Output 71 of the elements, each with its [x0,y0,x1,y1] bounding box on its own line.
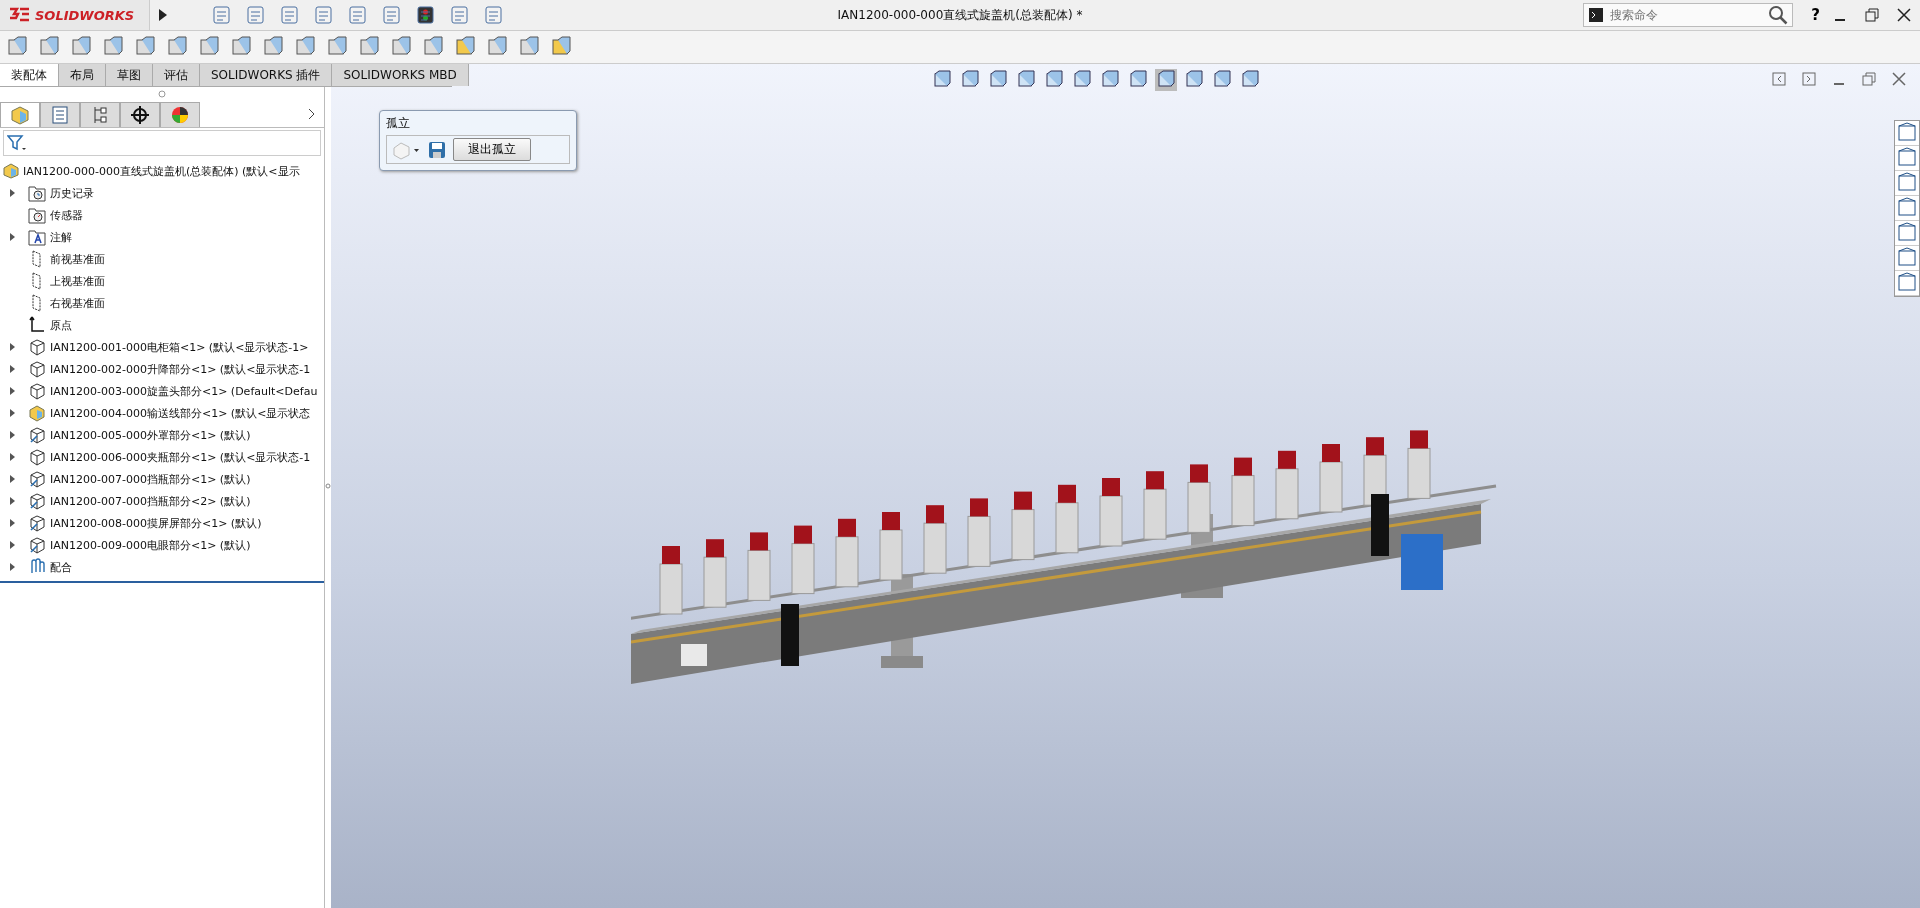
part-icon [28,514,46,532]
panel-tab[interactable] [120,101,160,127]
assembly-icon [9,104,31,125]
expand-arrow-icon[interactable] [10,387,16,395]
restore-icon[interactable] [1865,8,1879,22]
part-icon [28,338,46,356]
color-wheel-icon [169,104,191,125]
tree-item[interactable]: IAN1200-002-000升降部分<1> (默认<显示状态-1 [50,361,311,377]
part-icon [28,360,46,378]
part-icon [28,492,46,510]
expand-arrow-icon[interactable] [10,409,16,417]
part-icon [28,536,46,554]
part-icon [28,382,46,400]
grip-icon[interactable] [158,90,166,98]
tree-item[interactable]: IAN1200-008-000摸屏屏部分<1> (默认) [50,515,262,531]
panel-tab[interactable] [160,101,200,127]
filter-icon[interactable] [7,134,27,152]
command-icon [1588,7,1605,23]
tree-item[interactable]: 原点 [50,317,72,333]
expand-arrow-icon[interactable] [10,233,16,241]
tree-item[interactable]: IAN1200-009-000电眼部分<1> (默认) [50,537,251,553]
assembly-icon [3,163,19,179]
expand-arrow-icon[interactable] [158,8,168,22]
origin-icon [28,316,46,334]
expand-arrow-icon[interactable] [10,497,16,505]
help-button[interactable]: ? [1807,6,1824,24]
logo-text: SOLIDWORKS [35,7,135,23]
tree-item[interactable]: IAN1200-004-000输送线部分<1> (默认<显示状态 [50,405,311,421]
tree-item[interactable]: 上视基准面 [50,273,105,289]
tree-item[interactable]: 前视基准面 [50,251,105,267]
tree-item[interactable]: IAN1200-005-000外罩部分<1> (默认) [50,427,251,443]
chevron-right-icon[interactable] [308,108,316,120]
popup-title: 孤立 [386,115,411,132]
tree-item[interactable]: 传感器 [50,207,83,223]
expand-arrow-icon[interactable] [10,189,16,197]
search-box[interactable]: 搜索命令 [1583,3,1794,27]
window-title: IAN1200-000-000直线式旋盖机(总装配体) * [836,6,1084,24]
part-icon [28,448,46,466]
part-icon [28,470,46,488]
tree-item[interactable]: IAN1200-007-000挡瓶部分<2> (默认) [50,493,251,509]
tree-item[interactable]: IAN1200-003-000旋盖头部分<1> (Default<Defau [50,383,318,399]
expand-arrow-icon[interactable] [10,343,16,351]
tree-item[interactable]: IAN1200-006-000夹瓶部分<1> (默认<显示状态-1 [50,449,311,465]
expand-arrow-icon[interactable] [10,519,16,527]
expand-arrow-icon[interactable] [10,563,16,571]
previous-view-icon[interactable] [1772,72,1786,86]
property-list-icon [49,104,71,125]
tree-item[interactable]: IAN1200-001-000电柜箱<1> (默认<显示状态-1> [50,339,309,355]
tree-item[interactable]: 配合 [50,559,72,575]
search-icon[interactable] [1768,5,1789,25]
tree-root-label[interactable]: IAN1200-000-000直线式旋盖机(总装配体) (默认<显示 [23,163,300,179]
part-icon [28,426,46,444]
tree-item[interactable]: 注解 [50,229,72,245]
close-icon[interactable] [1897,8,1911,22]
restore-icon[interactable] [1862,72,1876,86]
next-view-icon[interactable] [1802,72,1816,86]
tree-item[interactable]: 历史记录 [50,185,94,201]
tree-item[interactable]: IAN1200-007-000挡瓶部分<1> (默认) [50,471,251,487]
expand-arrow-icon[interactable] [10,541,16,549]
expand-arrow-icon[interactable] [10,453,16,461]
ribbon-tab[interactable]: 装配体 [0,64,59,86]
expand-arrow-icon[interactable] [10,431,16,439]
logo-icon [8,6,32,24]
search-field[interactable]: 搜索命令 [1608,7,1765,23]
part-icon [28,404,46,422]
exit-isolate-button[interactable]: 退出孤立 [453,138,531,161]
splitter-handle-icon[interactable] [325,483,331,489]
tree-item[interactable]: 右视基准面 [50,295,105,311]
expand-arrow-icon[interactable] [10,475,16,483]
expand-arrow-icon[interactable] [10,365,16,373]
crosshair-icon [129,104,151,125]
